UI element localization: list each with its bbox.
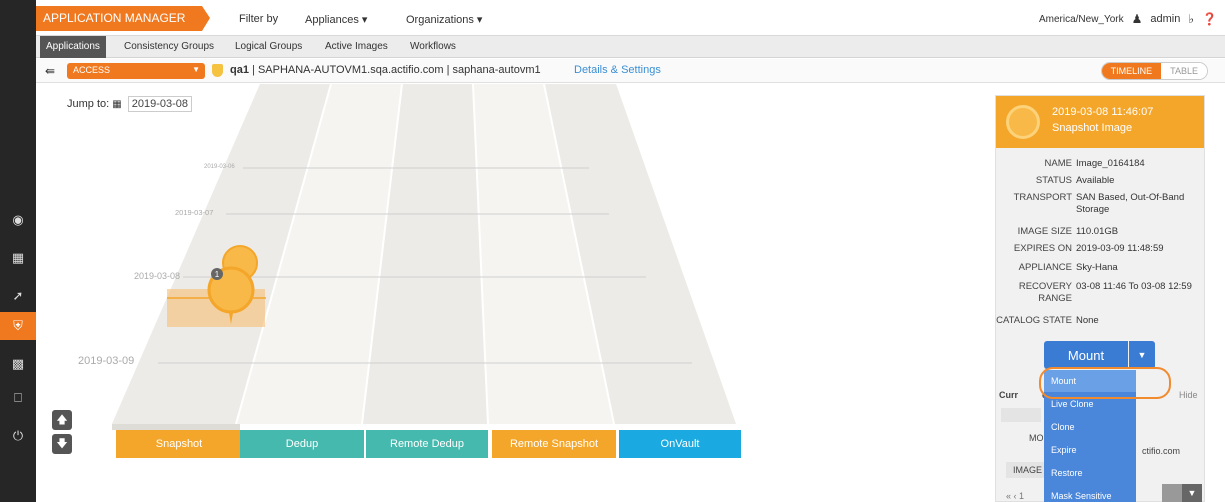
report-icon[interactable]: ▩ — [0, 350, 36, 378]
pager[interactable]: « ‹ 1 — [1006, 491, 1024, 501]
date-2019-03-06: 2019-03-06 — [204, 164, 235, 170]
left-nav-rail: ◉ ▦ ➚ ⛨ ▩ ⎕ ⏻ — [0, 0, 36, 502]
property-key: RECOVERY RANGE — [1018, 281, 1072, 304]
tab-workflows[interactable]: Workflows — [404, 36, 462, 58]
dashboard-icon[interactable]: ◉ — [0, 206, 36, 234]
chart-monitor-icon[interactable]: ⎕ — [0, 384, 36, 412]
power-icon[interactable]: ⏻ — [0, 422, 36, 450]
tab-active-images[interactable]: Active Images — [319, 36, 394, 58]
timezone-label: America/New_York — [1038, 13, 1124, 25]
property-key: APPLIANCE — [1018, 262, 1072, 273]
filter-by-label: Filter by — [239, 13, 279, 25]
timeline-view: Jump to: ▦ 2019-03-08 1 2019-03-06 2019-… — [36, 84, 986, 502]
help-icon[interactable]: ❓ — [1202, 12, 1217, 26]
app-manager-shield-icon[interactable]: ⛨ — [0, 312, 36, 340]
tab-consistency-groups[interactable]: Consistency Groups — [118, 36, 220, 58]
hide-link[interactable]: Hide — [1179, 390, 1198, 400]
application-manager-screen: { "topbar": { "brand": "APPLICATION MANA… — [0, 0, 1225, 502]
snapshot-image-icon — [1006, 105, 1040, 139]
user-area: America/New_York ♟ admin ♭ ❓ — [1039, 12, 1217, 26]
lane-button-onvault[interactable]: OnVault — [619, 430, 741, 458]
scroll-down-button[interactable]: 🡇 — [52, 434, 72, 454]
application-host-path: | SAPHANA-AUTOVM1.sqa.actifio.com | saph… — [252, 64, 541, 76]
property-key: NAME — [1044, 158, 1072, 169]
appliances-dropdown[interactable]: Appliances ▾ — [305, 13, 367, 26]
property-value: 2019-03-09 11:48:59 — [1076, 243, 1164, 254]
menu-item-expire[interactable]: Expire — [1044, 439, 1136, 461]
property-key: IMAGE SIZE — [1017, 226, 1072, 237]
view-toggle: TIMELINE TABLE — [1100, 62, 1208, 80]
lane-button-snapshot[interactable]: Snapshot — [116, 430, 242, 458]
property-value: None — [1076, 315, 1099, 326]
user-icon: ♟ — [1131, 12, 1143, 26]
date-2019-03-08: 2019-03-08 — [134, 271, 181, 281]
property-value: Image_0164184 — [1076, 158, 1145, 169]
mount-host-text: ctifio.com — [1142, 446, 1181, 456]
access-select[interactable]: ACCESS ▼ — [67, 63, 205, 79]
property-value: 03-08 11:46 To 03-08 12:59 — [1076, 281, 1192, 292]
access-select-value: ACCESS — [73, 65, 111, 75]
property-key: STATUS — [1035, 175, 1072, 186]
property-value: SAN Based, Out-Of-Band Storage — [1076, 192, 1185, 215]
timeline-view-button[interactable]: TIMELINE — [1101, 63, 1162, 79]
bell-icon[interactable]: ♭ — [1188, 12, 1194, 26]
property-value: Sky-Hana — [1076, 262, 1118, 273]
mount-button[interactable]: Mount — [1044, 341, 1128, 369]
property-value: Available — [1076, 175, 1115, 186]
date-2019-03-07: 2019-03-07 — [175, 208, 214, 217]
application-path: qa1 | SAPHANA-AUTOVM1.sqa.actifio.com | … — [230, 64, 541, 76]
lane-button-remote-snapshot[interactable]: Remote Snapshot — [492, 430, 616, 458]
image-col-label: IMAGE — [1013, 465, 1043, 475]
lane-button-remote-dedup[interactable]: Remote Dedup — [366, 430, 488, 458]
application-bar: ⇚ ACCESS ▼ qa1 | SAPHANA-AUTOVM1.sqa.act… — [36, 59, 1225, 83]
property-key: CATALOG STATE — [996, 315, 1072, 326]
mount-dropdown-toggle[interactable]: ▼ — [1129, 341, 1155, 369]
storage-icon[interactable]: ▦ — [0, 244, 36, 272]
sub-navigation: Applications Consistency Groups Logical … — [36, 36, 1225, 58]
monitor-icon[interactable]: ➚ — [0, 282, 36, 310]
property-key: EXPIRES ON — [1013, 243, 1072, 254]
image-kind: Snapshot Image — [1052, 122, 1133, 134]
tab-logical-groups[interactable]: Logical Groups — [229, 36, 308, 58]
details-settings-link[interactable]: Details & Settings — [574, 64, 661, 76]
scroll-up-button[interactable]: 🡅 — [52, 410, 72, 430]
property-value: 110.01GB — [1076, 226, 1119, 237]
tab-applications[interactable]: Applications — [40, 36, 106, 58]
menu-item-restore[interactable]: Restore — [1044, 462, 1136, 484]
back-arrow-icon[interactable]: ⇚ — [45, 64, 55, 78]
user-name[interactable]: admin — [1150, 13, 1180, 25]
application-name: qa1 — [230, 64, 249, 76]
image-count-badge: 1 — [215, 270, 220, 279]
table-view-button[interactable]: TABLE — [1161, 63, 1207, 79]
date-2019-03-09: 2019-03-09 — [78, 355, 135, 367]
organizations-dropdown[interactable]: Organizations ▾ — [406, 13, 482, 26]
current-row-bg — [1001, 408, 1041, 422]
menu-item-mask-sensitive[interactable]: Mask Sensitive — [1044, 485, 1136, 502]
app-manager-title[interactable]: APPLICATION MANAGER — [36, 6, 210, 31]
chevron-down-icon: ▼ — [192, 65, 200, 74]
pager-caret-icon[interactable]: ▼ — [1182, 484, 1202, 502]
image-timestamp: 2019-03-08 11:46:07 — [1052, 106, 1154, 118]
property-key: TRANSPORT — [1013, 192, 1072, 203]
shield-icon — [212, 64, 223, 77]
highlight-circle-annotation — [1039, 367, 1171, 399]
top-bar: APPLICATION MANAGER Filter by Appliances… — [36, 0, 1225, 36]
image-detail-header: 2019-03-08 11:46:07 Snapshot Image — [996, 96, 1204, 148]
menu-item-clone[interactable]: Clone — [1044, 416, 1136, 438]
lane-button-dedup[interactable]: Dedup — [240, 430, 364, 458]
